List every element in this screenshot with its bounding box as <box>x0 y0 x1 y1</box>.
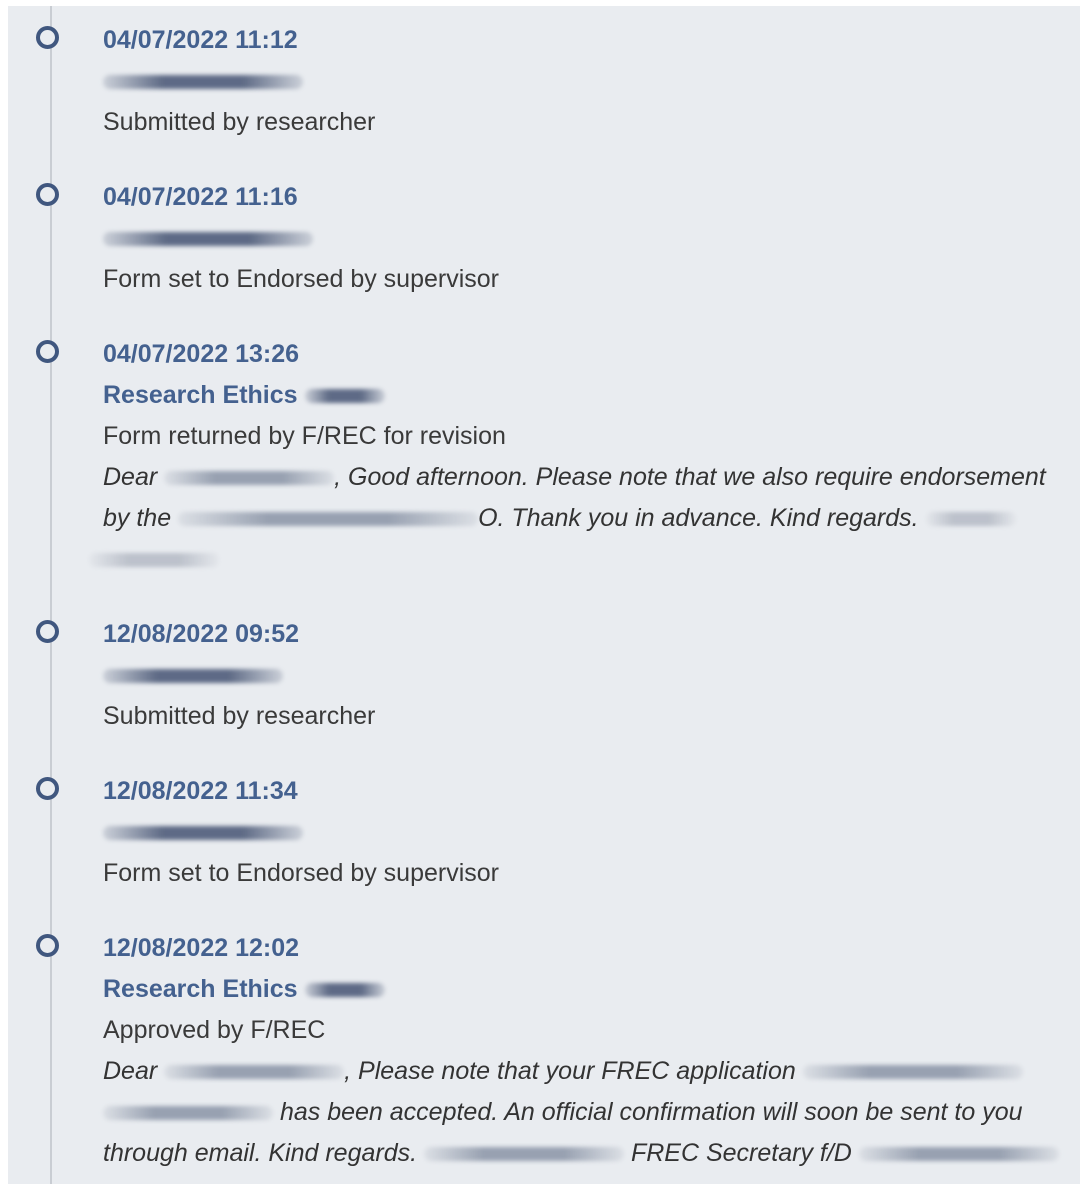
message-text: FREC Secretary f/D <box>630 1139 852 1167</box>
entry-author-redacted <box>103 812 1080 853</box>
message-text: by the <box>103 504 172 532</box>
entry-timestamp: 12/08/2022 09:52 <box>103 620 300 648</box>
message-text: , Good afternoon. Please note that we al… <box>334 463 1046 491</box>
message-text: through email. Kind regards. <box>103 1139 418 1167</box>
entry-timestamp: 12/08/2022 11:34 <box>103 777 298 805</box>
timeline-node-icon <box>36 26 59 49</box>
timeline-node-icon <box>36 620 59 643</box>
timeline-node-icon <box>36 183 59 206</box>
entry-author-redacted <box>103 218 1080 259</box>
entry-author: Research Ethics <box>103 375 1080 416</box>
message-text: has been accepted. An official confirmat… <box>279 1098 1023 1126</box>
entry-author-name: Research Ethics <box>103 975 298 1003</box>
entry-status: Form set to Endorsed by supervisor <box>103 265 499 293</box>
entry-author-name: Research Ethics <box>103 381 298 409</box>
entry-message: Dear , Good afternoon. Please note that … <box>89 457 1080 580</box>
message-text: O. Thank you in advance. Kind regards. <box>478 504 919 532</box>
timeline-panel: 04/07/2022 11:12 Submitted by researcher… <box>8 6 1080 1184</box>
entry-status: Form set to Endorsed by supervisor <box>103 859 499 887</box>
message-text: Dear <box>103 463 158 491</box>
timeline-node-icon <box>36 340 59 363</box>
entry-timestamp: 04/07/2022 11:12 <box>103 26 298 54</box>
message-text: Dear <box>103 1057 158 1085</box>
entry-status: Submitted by researcher <box>103 702 376 730</box>
timeline-node-icon <box>36 777 59 800</box>
timeline-node-icon <box>36 934 59 957</box>
entry-timestamp: 04/07/2022 11:16 <box>103 183 298 211</box>
entry-author: Research Ethics <box>103 969 1080 1010</box>
entry-timestamp: 04/07/2022 13:26 <box>103 340 300 368</box>
entry-status: Approved by F/REC <box>103 1016 326 1044</box>
entry-author-redacted <box>103 655 1080 696</box>
entry-status: Form returned by F/REC for revision <box>103 422 506 450</box>
entry-timestamp: 12/08/2022 12:02 <box>103 934 300 962</box>
entry-message: Dear , Please note that your FREC applic… <box>103 1051 1080 1174</box>
entry-status: Submitted by researcher <box>103 108 376 136</box>
message-text: , Please note that your FREC application <box>344 1057 796 1085</box>
entry-author-redacted <box>103 61 1080 102</box>
